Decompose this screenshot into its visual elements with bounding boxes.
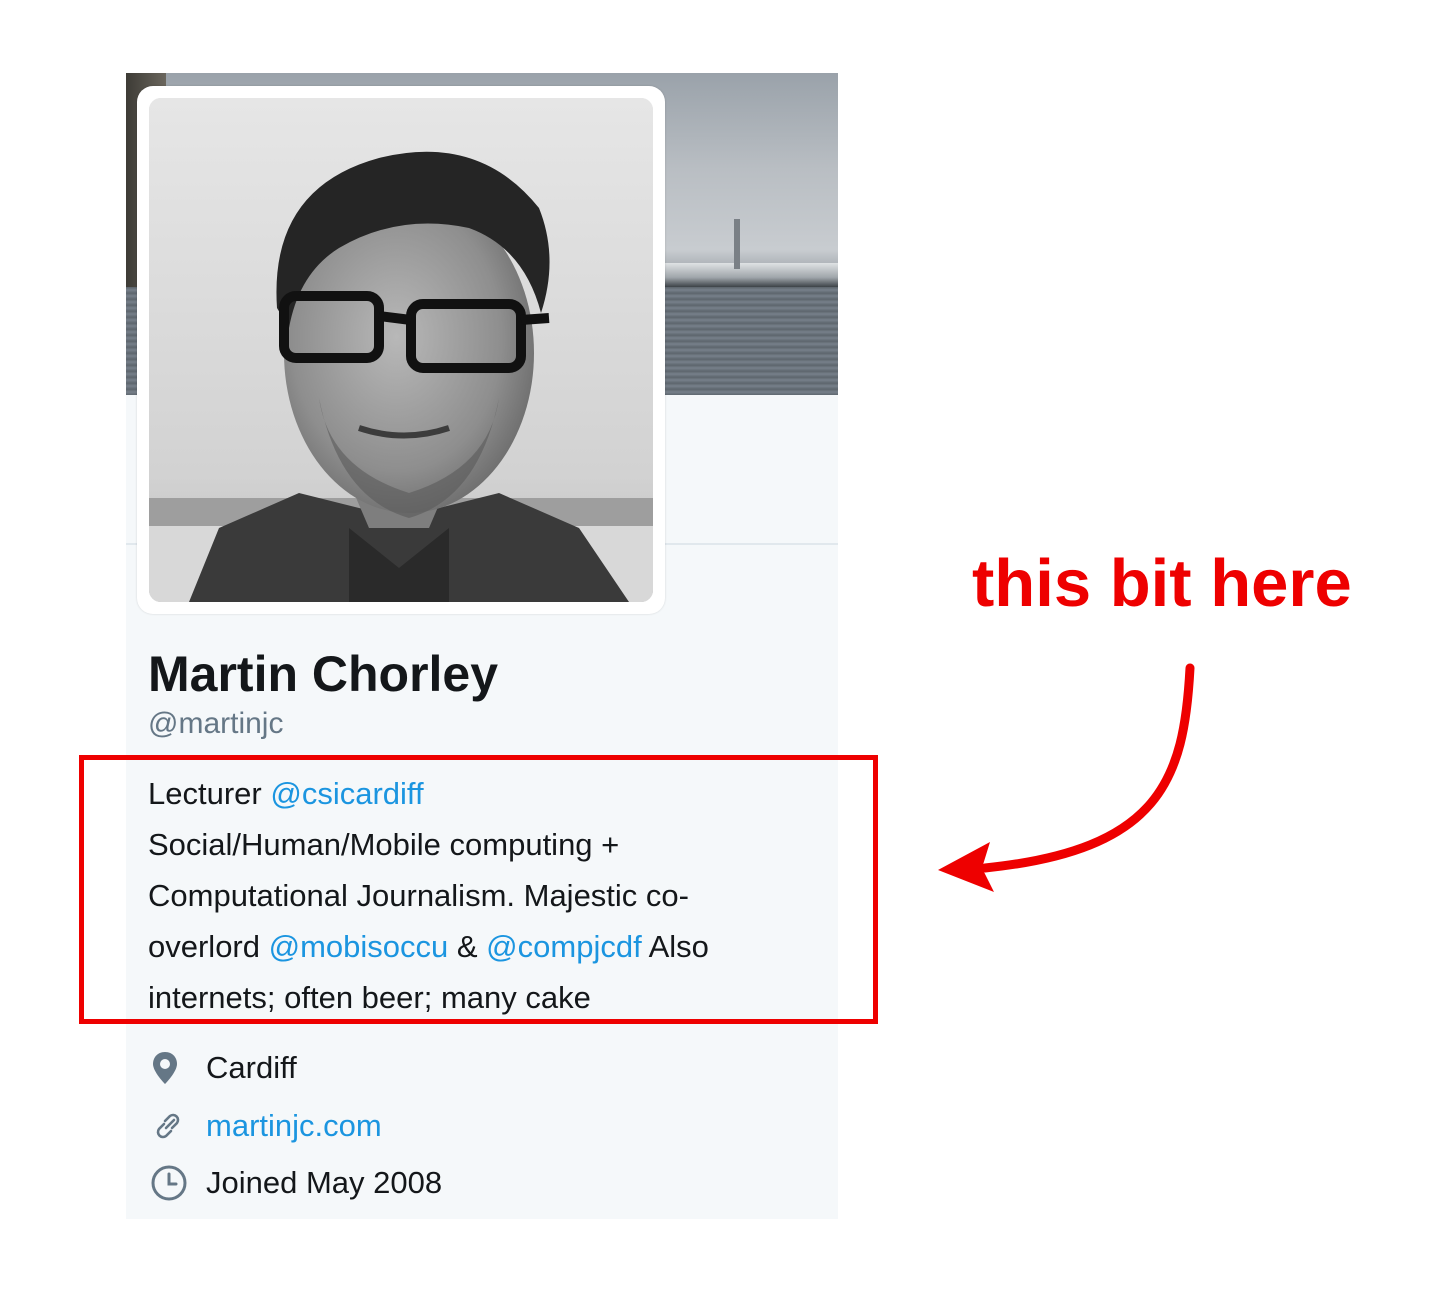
annotation-arrow-icon: [938, 663, 1195, 892]
